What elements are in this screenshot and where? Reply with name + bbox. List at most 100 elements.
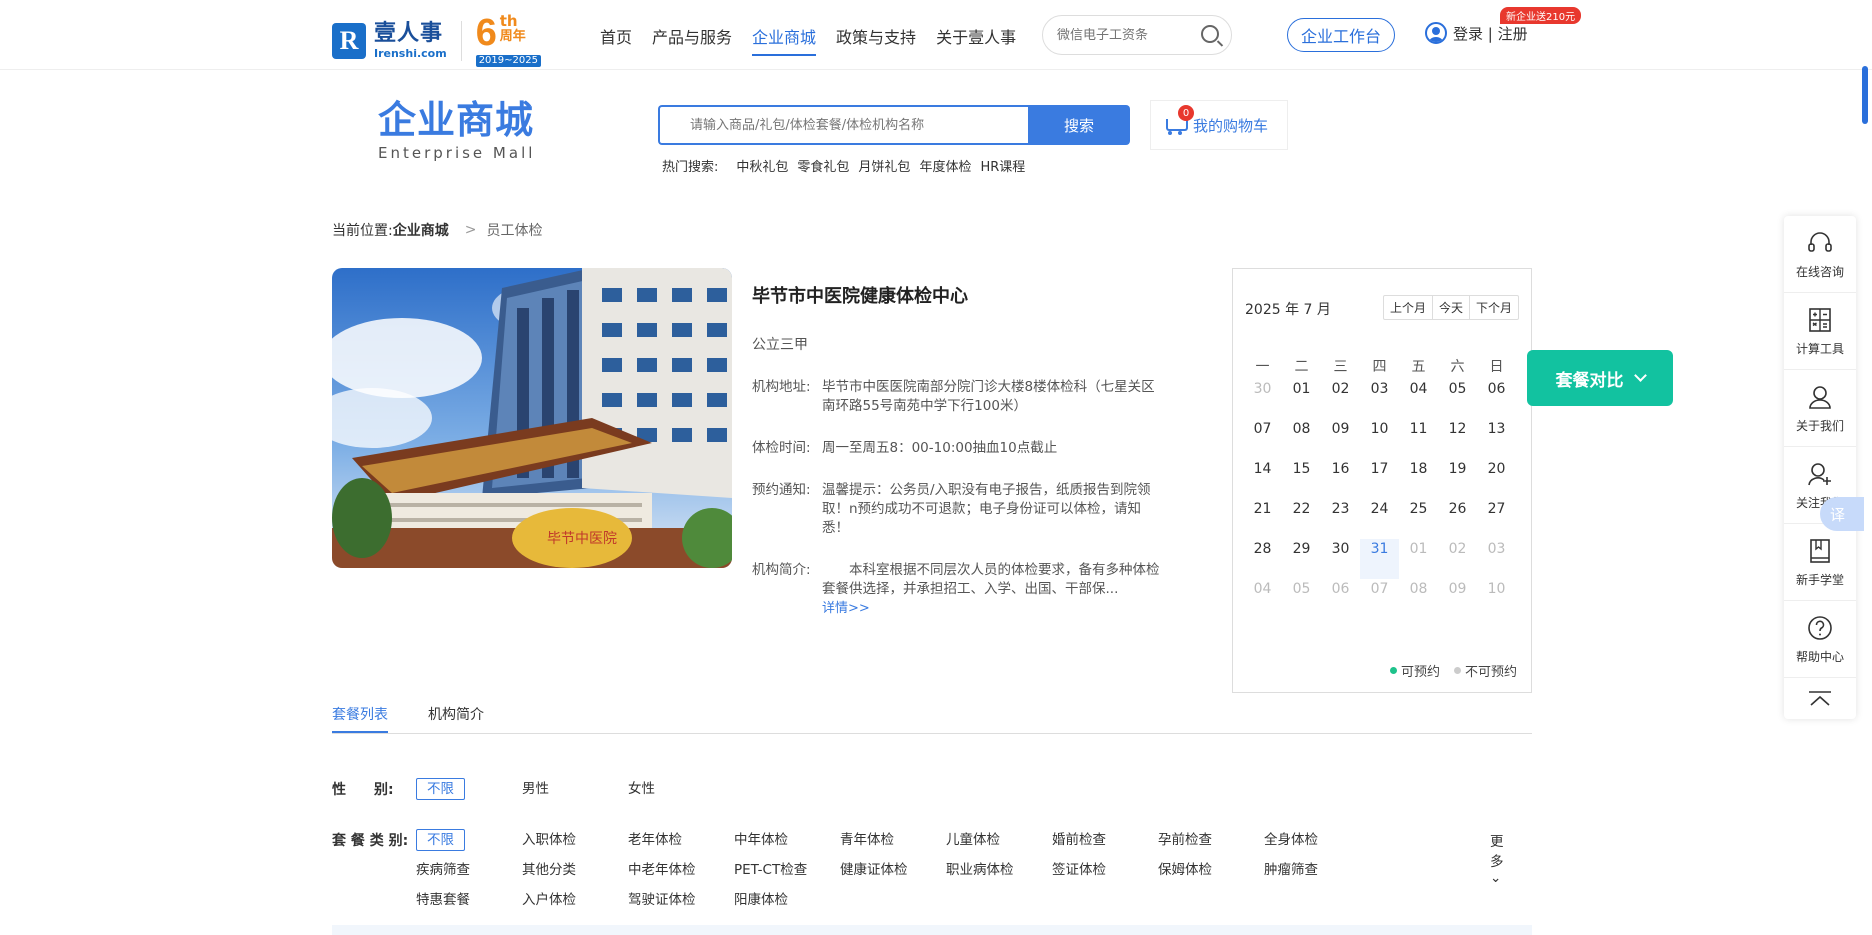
calendar-day[interactable]: 13 <box>1477 419 1516 459</box>
nav-policy[interactable]: 政策与支持 <box>836 24 916 56</box>
package-type-option[interactable]: 入户体检 <box>522 890 628 920</box>
breadcrumb-mall[interactable]: 企业商城 <box>393 220 449 240</box>
calendar-day: 03 <box>1487 541 1506 557</box>
calendar-day[interactable]: 19 <box>1438 459 1477 499</box>
package-type-option[interactable]: 入职体检 <box>522 830 628 860</box>
gender-option[interactable]: 男性 <box>522 779 628 809</box>
calendar-day[interactable]: 07 <box>1243 419 1282 459</box>
back-to-top-button[interactable] <box>1784 678 1856 720</box>
calendar-day[interactable]: 03 <box>1360 379 1399 419</box>
svg-text:毕节中医院: 毕节中医院 <box>547 531 617 547</box>
package-type-option[interactable]: 中老年体检 <box>628 860 734 890</box>
calendar-day[interactable]: 17 <box>1360 459 1399 499</box>
sidebar-calc-tools[interactable]: 计算工具 <box>1784 293 1856 370</box>
unavailable-dot-icon <box>1453 667 1461 674</box>
shopping-cart-button[interactable]: 0 我的购物车 <box>1150 100 1288 150</box>
nav-mall[interactable]: 企业商城 <box>752 24 817 56</box>
hot-search-item[interactable]: 零食礼包 <box>797 156 849 175</box>
gender-option[interactable]: 女性 <box>628 779 734 809</box>
type-more-button[interactable]: 更多 ⌄ <box>1490 830 1504 886</box>
today-button[interactable]: 今天 <box>1433 296 1470 319</box>
calendar-day: 09 <box>1448 581 1467 597</box>
sidebar-beginner-school[interactable]: 新手学堂 <box>1784 524 1856 601</box>
package-type-option[interactable]: 孕前检查 <box>1158 830 1264 860</box>
type-filter-label: 套 餐 类 别: <box>332 833 409 849</box>
calendar-day[interactable]: 24 <box>1360 499 1399 539</box>
breadcrumb: 当前位置: 企业商城 > 员工体检 <box>332 220 543 240</box>
calendar-day[interactable]: 25 <box>1399 499 1438 539</box>
package-type-option[interactable]: 疾病筛查 <box>416 860 522 890</box>
sidebar-about-us[interactable]: 关于我们 <box>1784 370 1856 447</box>
translate-button[interactable]: 译 <box>1820 497 1864 531</box>
package-type-option[interactable]: 全身体检 <box>1264 830 1370 860</box>
calendar-day[interactable]: 05 <box>1438 379 1477 419</box>
login-link[interactable]: 登录 | 注册 <box>1453 23 1528 44</box>
login-register[interactable]: 登录 | 注册 <box>1425 22 1528 44</box>
nav-about[interactable]: 关于壹人事 <box>936 24 1016 56</box>
calendar-day[interactable]: 11 <box>1399 419 1438 459</box>
package-type-option[interactable]: 中年体检 <box>734 830 840 860</box>
calendar-day[interactable]: 16 <box>1321 459 1360 499</box>
sidebar-help-center[interactable]: 帮助中心 <box>1784 601 1856 678</box>
tab-institution-intro[interactable]: 机构简介 <box>428 704 484 733</box>
hot-search-item[interactable]: 月饼礼包 <box>858 156 910 175</box>
calendar-day[interactable]: 28 <box>1243 539 1282 579</box>
hot-search-item[interactable]: 中秋礼包 <box>736 156 788 175</box>
package-type-option[interactable]: 签证体检 <box>1052 860 1158 890</box>
calendar-day[interactable]: 12 <box>1438 419 1477 459</box>
sidebar-online-consult[interactable]: 在线咨询 <box>1784 216 1856 293</box>
package-type-option[interactable]: 肿瘤筛查 <box>1264 860 1370 890</box>
mall-search-input[interactable] <box>658 105 1028 145</box>
calendar-day[interactable]: 30 <box>1321 539 1360 579</box>
calendar-day[interactable]: 04 <box>1399 379 1438 419</box>
nav-home[interactable]: 首页 <box>600 24 632 56</box>
calendar-day[interactable]: 26 <box>1438 499 1477 539</box>
hot-search-item[interactable]: HR课程 <box>980 156 1025 175</box>
package-type-option[interactable]: 保姆体检 <box>1158 860 1264 890</box>
search-icon[interactable] <box>1201 25 1219 43</box>
calendar-day[interactable]: 23 <box>1321 499 1360 539</box>
calendar-day[interactable]: 14 <box>1243 459 1282 499</box>
intro-more-link[interactable]: 详情>> <box>822 601 870 616</box>
calendar-day[interactable]: 22 <box>1282 499 1321 539</box>
package-type-option[interactable]: 健康证体检 <box>840 860 946 890</box>
workbench-button[interactable]: 企业工作台 <box>1287 18 1395 52</box>
package-type-option[interactable]: 儿童体检 <box>946 830 1052 860</box>
calendar-day[interactable]: 06 <box>1477 379 1516 419</box>
page-scrollbar[interactable] <box>1862 66 1868 124</box>
calendar-day[interactable]: 08 <box>1282 419 1321 459</box>
calendar-day[interactable]: 21 <box>1243 499 1282 539</box>
package-type-option[interactable]: 老年体检 <box>628 830 734 860</box>
prev-month-button[interactable]: 上个月 <box>1384 296 1433 319</box>
mall-search-button[interactable]: 搜索 <box>1028 105 1130 145</box>
calendar-day[interactable]: 15 <box>1282 459 1321 499</box>
top-search-input[interactable] <box>1057 27 1197 43</box>
calendar-day[interactable]: 31 <box>1360 539 1399 579</box>
calendar-day[interactable]: 01 <box>1282 379 1321 419</box>
calendar-day[interactable]: 20 <box>1477 459 1516 499</box>
package-type-option[interactable]: 其他分类 <box>522 860 628 890</box>
calendar-day[interactable]: 10 <box>1360 419 1399 459</box>
package-type-option[interactable]: 不限 <box>416 829 522 860</box>
package-compare-button[interactable]: 套餐对比 <box>1527 350 1673 406</box>
tab-package-list[interactable]: 套餐列表 <box>332 704 388 733</box>
calendar-day[interactable]: 29 <box>1282 539 1321 579</box>
package-type-option[interactable]: 阳康体检 <box>734 890 840 920</box>
calendar-day[interactable]: 02 <box>1321 379 1360 419</box>
site-logo[interactable]: R 壹人事 Irenshi.com 6 th 周年 2019~2025 <box>332 14 541 67</box>
package-type-option[interactable]: 驾驶证体检 <box>628 890 734 920</box>
package-type-option[interactable]: 特惠套餐 <box>416 890 522 920</box>
package-type-option[interactable]: PET-CT检查 <box>734 860 840 890</box>
package-type-option[interactable]: 婚前检查 <box>1052 830 1158 860</box>
hot-search-item[interactable]: 年度体检 <box>919 156 971 175</box>
calendar-day[interactable]: 27 <box>1477 499 1516 539</box>
package-type-option[interactable]: 青年体检 <box>840 830 946 860</box>
institution-grade: 公立三甲 <box>752 337 808 353</box>
weekday-label: 二 <box>1294 359 1309 375</box>
calendar-day[interactable]: 18 <box>1399 459 1438 499</box>
gender-option[interactable]: 不限 <box>416 778 522 809</box>
next-month-button[interactable]: 下个月 <box>1470 296 1518 319</box>
calendar-day[interactable]: 09 <box>1321 419 1360 459</box>
nav-products[interactable]: 产品与服务 <box>652 24 732 56</box>
package-type-option[interactable]: 职业病体检 <box>946 860 1052 890</box>
